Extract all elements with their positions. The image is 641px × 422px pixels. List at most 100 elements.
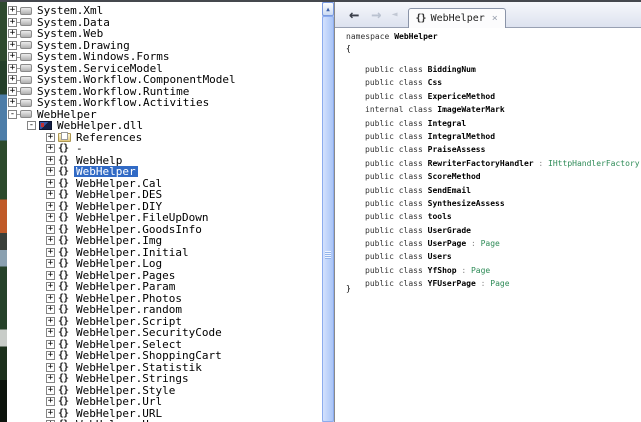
tree-item-webhelper-goodsinfo[interactable]: + {} WebHelper.GoodsInfo xyxy=(7,224,322,236)
tree-item-system-workflow-componentmodel[interactable]: + System.Workflow.ComponentModel xyxy=(7,74,322,86)
tree-item-label[interactable]: System.Drawing xyxy=(35,40,132,51)
tree-item-label[interactable]: WebHelper.Photos xyxy=(74,293,184,304)
base-type-link[interactable]: IHttpHandlerFactory xyxy=(548,159,640,168)
tree-item-label[interactable]: WebHelp xyxy=(74,155,124,166)
expand-icon[interactable]: + xyxy=(46,156,55,165)
expand-icon[interactable]: + xyxy=(8,52,17,61)
expand-icon[interactable]: + xyxy=(8,18,17,27)
tree-item-webhelper[interactable]: - WebHelper xyxy=(7,109,322,121)
tree-item-label[interactable]: System.Data xyxy=(35,17,112,28)
tree-item-label[interactable]: WebHelper.Url xyxy=(74,396,164,407)
tree-item-webhelper-random[interactable]: + {} WebHelper.random xyxy=(7,304,322,316)
tree-item-label[interactable]: WebHelper.Log xyxy=(74,258,164,269)
forward-icon[interactable]: → xyxy=(371,7,381,23)
expand-icon[interactable]: + xyxy=(46,409,55,418)
expand-icon[interactable]: + xyxy=(8,98,17,107)
tree-item-label[interactable]: WebHelper.ShoppingCart xyxy=(74,350,224,361)
expand-icon[interactable]: + xyxy=(46,202,55,211)
tree-item-label[interactable]: References xyxy=(74,132,144,143)
tree-item-label[interactable]: WebHelper.Param xyxy=(74,281,177,292)
scrollbar-thumb[interactable] xyxy=(322,16,334,422)
tree-item-label[interactable]: WebHelper.DES xyxy=(74,189,164,200)
tree-item-label[interactable]: WebHelper.Statistik xyxy=(74,362,204,373)
tree-item-webhelper-img[interactable]: + {} WebHelper.Img xyxy=(7,235,322,247)
tree-item-label[interactable]: WebHelper xyxy=(35,109,99,120)
expand-icon[interactable]: + xyxy=(46,294,55,303)
tree-item-webhelper[interactable]: + {} WebHelper xyxy=(7,166,322,178)
expand-icon[interactable]: + xyxy=(8,87,17,96)
tree-item-label[interactable]: System.Workflow.Runtime xyxy=(35,86,191,97)
expand-icon[interactable]: + xyxy=(8,6,17,15)
expand-icon[interactable]: + xyxy=(46,144,55,153)
expand-icon[interactable]: + xyxy=(46,374,55,383)
expand-icon[interactable]: + xyxy=(46,386,55,395)
tree-item-label[interactable]: WebHelper xyxy=(74,166,138,177)
tab-close-icon[interactable]: × xyxy=(492,13,498,24)
expand-icon[interactable]: + xyxy=(46,271,55,280)
expand-icon[interactable]: + xyxy=(46,167,55,176)
expand-icon[interactable]: + xyxy=(8,64,17,73)
tree-item-webhelper-log[interactable]: + {} WebHelper.Log xyxy=(7,258,322,270)
tree-item-webhelper-param[interactable]: + {} WebHelper.Param xyxy=(7,281,322,293)
expand-icon[interactable]: + xyxy=(46,397,55,406)
collapse-icon[interactable]: - xyxy=(8,110,17,119)
back-icon[interactable]: ← xyxy=(349,7,359,23)
expand-icon[interactable]: + xyxy=(46,305,55,314)
tree-item-label[interactable]: WebHelper.Script xyxy=(74,316,184,327)
expand-icon[interactable]: + xyxy=(8,75,17,84)
tree-item-webhelper-fileupdown[interactable]: + {} WebHelper.FileUpDown xyxy=(7,212,322,224)
expand-icon[interactable]: + xyxy=(46,351,55,360)
expand-icon[interactable]: + xyxy=(46,282,55,291)
tree-item-[interactable]: + {} - xyxy=(7,143,322,155)
tree-item-system-windows-forms[interactable]: + System.Windows.Forms xyxy=(7,51,322,63)
tree-item-label[interactable]: WebHelper.SecurityCode xyxy=(74,327,224,338)
expand-icon[interactable]: + xyxy=(46,340,55,349)
tree-item-webhelp[interactable]: + {} WebHelp xyxy=(7,155,322,167)
expand-icon[interactable]: + xyxy=(46,363,55,372)
tree-item-label[interactable]: WebHelper.Strings xyxy=(74,373,191,384)
tree-item-label[interactable]: WebHelper.Img xyxy=(74,235,164,246)
tree-item-label[interactable]: WebHelper.dll xyxy=(55,120,145,131)
expand-icon[interactable]: + xyxy=(46,190,55,199)
tree-item-label[interactable]: WebHelper.FileUpDown xyxy=(74,212,210,223)
expand-icon[interactable]: + xyxy=(46,213,55,222)
tree-item-label[interactable]: WebHelper.random xyxy=(74,304,184,315)
tree-item-label[interactable]: System.ServiceModel xyxy=(35,63,165,74)
tree-scrollbar[interactable]: ▲ xyxy=(322,2,334,422)
expand-icon[interactable]: + xyxy=(46,248,55,257)
tree-item-system-web[interactable]: + System.Web xyxy=(7,28,322,40)
tree-item-system-xml[interactable]: + System.Xml xyxy=(7,5,322,17)
tab-webhelper[interactable]: {} WebHelper × xyxy=(408,8,506,28)
tree-item-webhelper-style[interactable]: + {} WebHelper.Style xyxy=(7,385,322,397)
tree-item-label[interactable]: WebHelper.GoodsInfo xyxy=(74,224,204,235)
expand-icon[interactable]: + xyxy=(46,225,55,234)
tree-item-label[interactable]: WebHelper.Pages xyxy=(74,270,177,281)
tree-item-label[interactable]: WebHelper.DIY xyxy=(74,201,164,212)
tree-item-references[interactable]: + References xyxy=(7,132,322,144)
tree-item-label[interactable]: System.Xml xyxy=(35,5,105,16)
tree-item-webhelper-strings[interactable]: + {} WebHelper.Strings xyxy=(7,373,322,385)
expand-icon[interactable]: + xyxy=(46,179,55,188)
tree-item-webhelper-cal[interactable]: + {} WebHelper.Cal xyxy=(7,178,322,190)
base-type-link[interactable]: Page xyxy=(471,266,490,275)
tree-item-webhelper-initial[interactable]: + {} WebHelper.Initial xyxy=(7,247,322,259)
tree-item-label[interactable]: WebHelper.Select xyxy=(74,339,184,350)
tab-scroll-left-icon[interactable]: ◄ xyxy=(392,9,398,20)
tree-item-webhelper-des[interactable]: + {} WebHelper.DES xyxy=(7,189,322,201)
tree-item-label[interactable]: System.Workflow.ComponentModel xyxy=(35,74,238,85)
tree-item-label[interactable]: WebHelper.Cal xyxy=(74,178,164,189)
expand-icon[interactable]: + xyxy=(46,317,55,326)
tree-item-label[interactable]: WebHelper.URL xyxy=(74,408,164,419)
tree-item-label[interactable]: - xyxy=(74,143,85,154)
expand-icon[interactable]: + xyxy=(46,328,55,337)
tree-item-label[interactable]: System.Workflow.Activities xyxy=(35,97,211,108)
tree-item-webhelper-url[interactable]: + {} WebHelper.Url xyxy=(7,396,322,408)
tree-item-label[interactable]: System.Web xyxy=(35,28,105,39)
tree-item-label[interactable]: WebHelper.Style xyxy=(74,385,177,396)
scroll-up-button[interactable]: ▲ xyxy=(322,2,334,16)
expand-icon[interactable]: + xyxy=(8,29,17,38)
tree-item-webhelper-shoppingcart[interactable]: + {} WebHelper.ShoppingCart xyxy=(7,350,322,362)
tree-item-label[interactable]: WebHelper.Initial xyxy=(74,247,191,258)
expand-icon[interactable]: + xyxy=(46,259,55,268)
tree-item-webhelper-dll[interactable]: - WebHelper.dll xyxy=(7,120,322,132)
